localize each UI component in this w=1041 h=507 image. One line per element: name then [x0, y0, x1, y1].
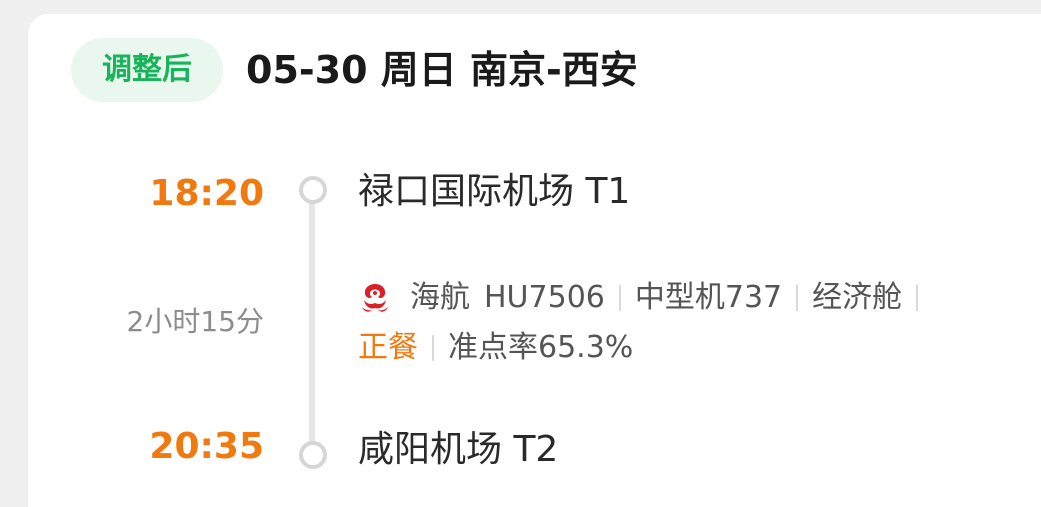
divider [618, 285, 621, 311]
flight-info-row-2: 正餐 准点率65.3% [358, 326, 633, 370]
divider [796, 285, 799, 311]
departure-airport: 禄口国际机场 T1 [358, 171, 631, 212]
trip-title: 05-30 周日 南京-西安 [246, 48, 638, 92]
arrival-node-icon [299, 441, 327, 469]
adjusted-badge: 调整后 [71, 38, 223, 102]
meal-type: 正餐 [358, 330, 418, 365]
arrival-airport: 咸阳机场 T2 [358, 429, 559, 470]
divider [432, 335, 434, 361]
airline-name: 海航 [410, 280, 470, 315]
flight-number: HU7506 [484, 280, 605, 315]
departure-time: 18:20 [149, 173, 264, 214]
flight-info-row: 海航 HU7506 中型机737 经济舱 [358, 276, 932, 320]
aircraft-type: 中型机737 [634, 280, 783, 315]
on-time-rate: 准点率65.3% [448, 330, 634, 365]
flight-duration: 2小时15分 [126, 305, 264, 338]
departure-node-icon [299, 176, 327, 204]
divider [916, 285, 919, 311]
hainan-airlines-logo-icon [362, 284, 388, 312]
timeline-line [309, 200, 315, 446]
arrival-time: 20:35 [149, 426, 264, 467]
cabin-class: 经济舱 [812, 280, 903, 315]
